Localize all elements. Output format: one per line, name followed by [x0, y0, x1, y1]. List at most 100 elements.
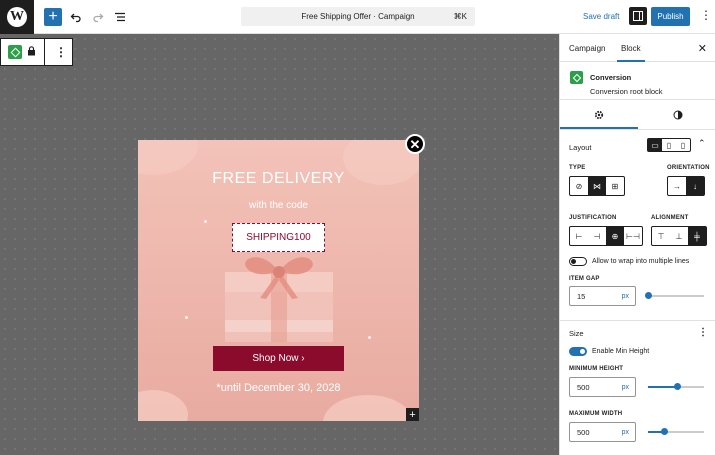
sidebar-icon — [633, 11, 643, 21]
item-gap-label: ITEM GAP — [569, 276, 600, 282]
desktop-icon[interactable]: ▭ — [648, 139, 662, 151]
block-description: Conversion root block — [590, 87, 663, 96]
type-label: TYPE — [569, 165, 586, 171]
item-gap-unit[interactable]: px — [622, 293, 629, 300]
arrow-down-icon[interactable]: ↓ — [686, 177, 704, 195]
max-width-value: 500 — [577, 427, 590, 437]
chevron-up-icon[interactable]: ⌃ — [698, 138, 706, 149]
alignment-switcher[interactable]: ⊤ ⊥ ╪ — [651, 226, 707, 246]
document-title: Free Shipping Offer · Campaign — [301, 12, 415, 21]
offer-expiry-text: *until December 30, 2028 — [216, 382, 341, 394]
coupon-code[interactable]: SHIPPING100 — [232, 223, 325, 252]
wrap-toggle[interactable] — [569, 257, 587, 266]
settings-panel-toggle[interactable] — [629, 7, 647, 25]
orientation-label: ORIENTATION — [667, 165, 710, 171]
settings-tab[interactable] — [592, 108, 606, 122]
command-palette-bar[interactable]: Free Shipping Offer · Campaign ⌘K — [241, 7, 475, 26]
settings-sidebar: Campaign Block ✕ Conversion Conversion r… — [559, 34, 715, 455]
popup-close-button[interactable]: ✕ — [405, 134, 425, 154]
item-gap-value: 15 — [577, 291, 586, 301]
layout-heading: Layout — [569, 143, 592, 152]
min-height-slider[interactable] — [648, 383, 704, 390]
justify-right-icon[interactable]: ⊣ — [588, 227, 606, 245]
min-height-unit[interactable]: px — [622, 384, 629, 391]
sidebar-tabs: Campaign Block ✕ — [560, 34, 715, 62]
close-sidebar-button[interactable]: ✕ — [698, 42, 707, 55]
contrast-icon — [673, 110, 683, 120]
wordpress-logo-icon: W — [7, 7, 27, 27]
slider-handle[interactable] — [674, 383, 682, 390]
conversion-block-icon[interactable] — [8, 45, 22, 59]
block-toolbar: ⋮ — [0, 38, 73, 66]
tab-campaign[interactable]: Campaign — [569, 44, 605, 53]
block-card: Conversion Conversion root block — [560, 62, 715, 100]
plus-icon: + — [48, 8, 58, 25]
min-height-toggle-label: Enable Min Height — [592, 348, 650, 355]
tab-block[interactable]: Block — [617, 44, 645, 62]
orientation-switcher[interactable]: → ↓ — [667, 176, 705, 196]
max-width-slider[interactable] — [648, 428, 704, 435]
redo-button[interactable] — [88, 7, 108, 27]
no-layout-icon[interactable]: ⊘ — [570, 177, 588, 195]
publish-button[interactable]: Publish — [651, 7, 690, 26]
min-height-input[interactable]: 500 px — [569, 377, 636, 397]
gift-box-illustration — [225, 257, 333, 342]
add-inner-block-button[interactable]: + — [406, 408, 419, 421]
size-panel: Size ⋮ Enable Min Height MINIMUM HEIGHT … — [560, 321, 715, 455]
grid-layout-icon[interactable]: ⊞ — [606, 177, 624, 195]
align-stretch-icon[interactable]: ╪ — [688, 227, 706, 245]
popup-subtitle: with the code — [249, 200, 308, 211]
gear-icon — [594, 110, 604, 120]
more-vertical-icon: ⋮ — [700, 8, 712, 22]
size-heading: Size — [569, 329, 584, 338]
conversion-block-icon — [570, 71, 583, 84]
slider-handle[interactable] — [645, 292, 652, 299]
max-width-label: MAXIMUM WIDTH — [569, 411, 623, 417]
justify-left-icon[interactable]: ⊢ — [570, 227, 588, 245]
min-height-toggle[interactable] — [569, 347, 587, 356]
more-vertical-icon[interactable]: ⋮ — [698, 327, 708, 338]
undo-button[interactable] — [66, 7, 86, 27]
command-shortcut: ⌘K — [453, 12, 467, 21]
more-options-button[interactable]: ⋮ — [700, 8, 712, 22]
popup-title: FREE DELIVERY — [212, 170, 345, 187]
min-height-value: 500 — [577, 382, 590, 392]
max-width-unit[interactable]: px — [622, 429, 629, 436]
shop-now-button[interactable]: Shop Now › — [213, 346, 344, 371]
flex-layout-icon[interactable]: ⋈ — [588, 177, 606, 195]
mobile-icon[interactable]: ▯ — [676, 139, 690, 151]
save-draft-button[interactable]: Save draft — [583, 12, 619, 21]
lock-icon[interactable] — [27, 46, 36, 58]
layout-view-switcher[interactable]: ▭ ▯ ▯ — [647, 138, 691, 152]
align-bottom-icon[interactable]: ⊥ — [670, 227, 688, 245]
toolbar-divider — [44, 39, 45, 65]
block-title: Conversion — [590, 73, 632, 82]
justify-space-between-icon[interactable]: ⊢⊣ — [624, 227, 642, 245]
redo-icon — [93, 13, 104, 23]
settings-styles-tabs — [560, 100, 715, 130]
tablet-icon[interactable]: ▯ — [662, 139, 676, 151]
popup-block[interactable]: FREE DELIVERY with the code SHIPPING100 … — [138, 140, 419, 421]
wrap-label: Allow to wrap into multiple lines — [592, 258, 690, 265]
align-top-icon[interactable]: ⊤ — [652, 227, 670, 245]
slider-handle[interactable] — [660, 428, 668, 435]
justification-switcher[interactable]: ⊢ ⊣ ⊕ ⊢⊣ — [569, 226, 643, 246]
min-height-label: MINIMUM HEIGHT — [569, 366, 624, 372]
justification-label: JUSTIFICATION — [569, 215, 617, 221]
item-gap-slider[interactable] — [645, 292, 704, 299]
justify-center-icon[interactable]: ⊕ — [606, 227, 624, 245]
layout-type-switcher[interactable]: ⊘ ⋈ ⊞ — [569, 176, 625, 196]
active-tab-indicator — [560, 127, 638, 129]
wordpress-logo-button[interactable]: W — [0, 0, 34, 34]
list-view-button[interactable] — [110, 7, 130, 27]
top-toolbar: W + Free Shipping Offer · Campaign ⌘K Sa… — [0, 0, 715, 34]
undo-icon — [70, 13, 81, 23]
arrow-right-icon[interactable]: → — [668, 177, 686, 195]
alignment-label: ALIGNMENT — [651, 215, 689, 221]
styles-tab[interactable] — [671, 108, 685, 122]
add-block-button[interactable]: + — [44, 8, 62, 26]
max-width-input[interactable]: 500 px — [569, 422, 636, 442]
item-gap-input[interactable]: 15 px — [569, 286, 636, 306]
block-options-button[interactable]: ⋮ — [55, 45, 67, 59]
list-view-icon — [115, 12, 125, 22]
